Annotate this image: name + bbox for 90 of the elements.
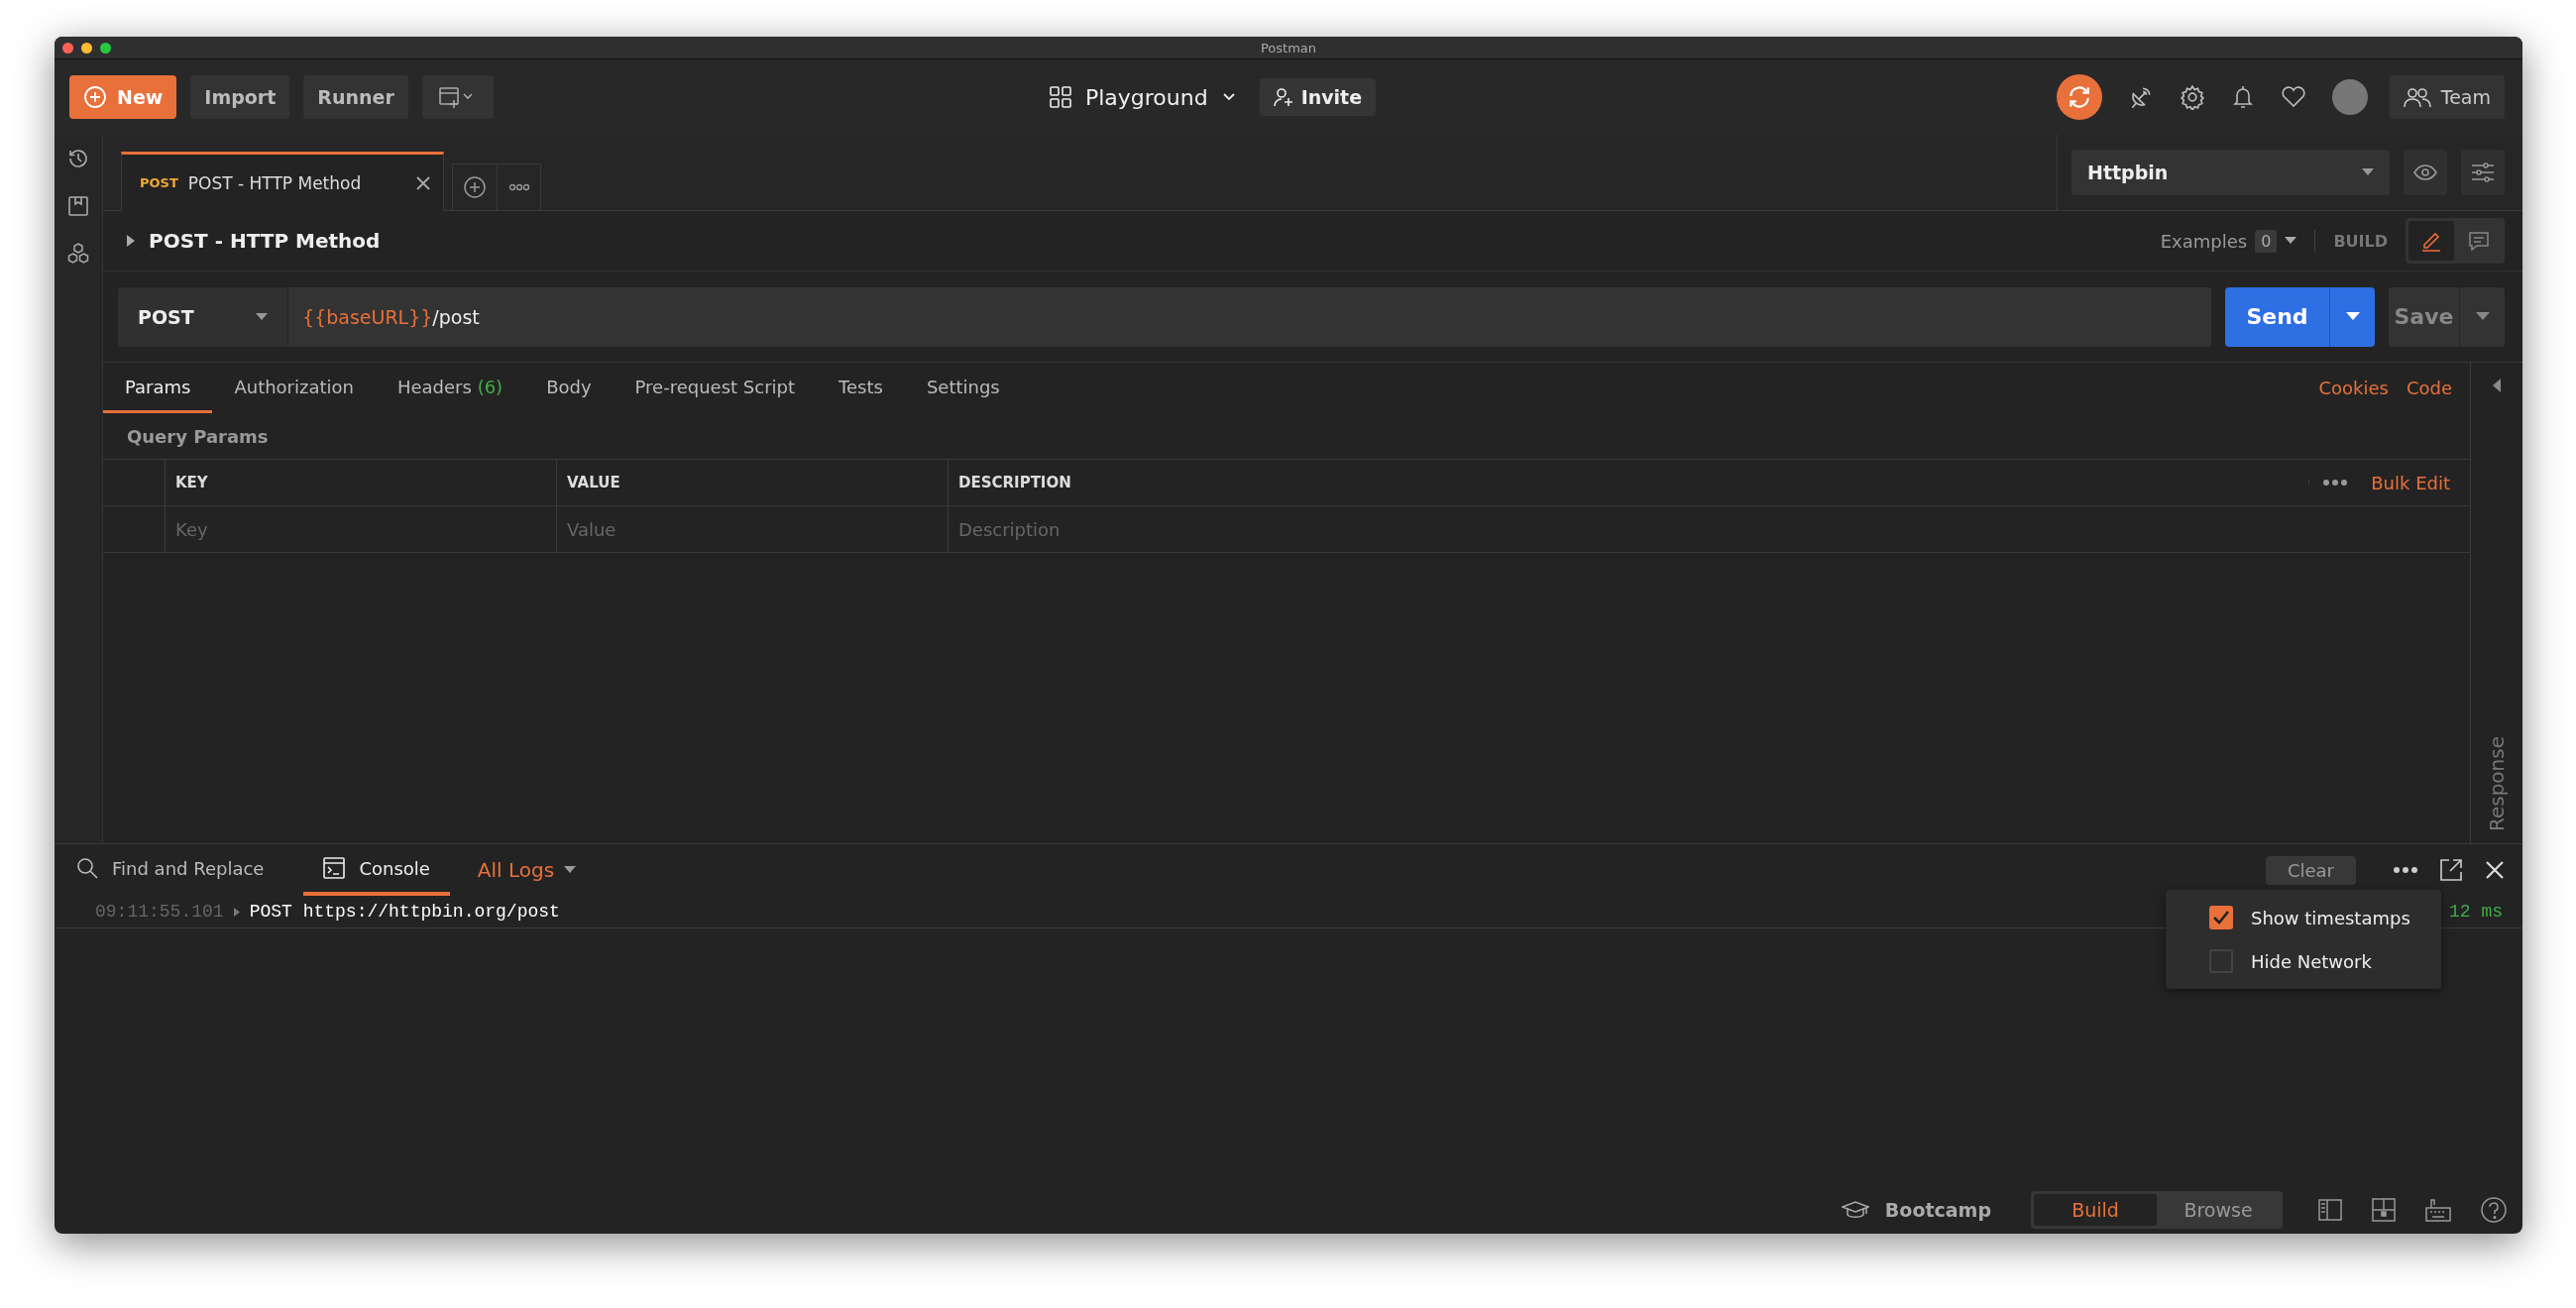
team-button[interactable]: Team: [2389, 75, 2505, 119]
mode-toggle[interactable]: Browse: [2157, 1194, 2280, 1226]
new-window-button[interactable]: [421, 75, 494, 119]
avatar[interactable]: [2331, 79, 2368, 115]
heart-icon[interactable]: [2280, 85, 2306, 109]
link[interactable]: Code: [2406, 378, 2452, 398]
log-duration: 12 ms: [2449, 902, 2503, 922]
terminal-icon: [323, 857, 346, 879]
caret-icon: [2285, 237, 2297, 245]
help-icon[interactable]: [2481, 1197, 2507, 1223]
history-icon[interactable]: [66, 147, 90, 170]
invite-button[interactable]: Invite: [1259, 78, 1377, 116]
notification-bell-icon[interactable]: [2230, 84, 2255, 110]
settings-sliders-button[interactable]: [2461, 150, 2505, 195]
bulk-edit-link[interactable]: Bulk Edit: [2371, 472, 2450, 493]
hexagons-icon[interactable]: [66, 242, 90, 266]
chevron-down-icon: [1221, 92, 1236, 102]
workspace-dropdown[interactable]: Playground: [1049, 84, 1236, 110]
close-icon[interactable]: [415, 174, 431, 191]
add-person-icon: [1273, 87, 1293, 107]
caret-icon: [2345, 312, 2360, 321]
eye-icon: [2413, 164, 2437, 180]
caret-icon: [2362, 168, 2374, 176]
request-section-tab[interactable]: Tests: [817, 363, 905, 413]
sync-icon[interactable]: [2056, 74, 2102, 120]
caret-icon: [256, 312, 268, 321]
request-section-tab[interactable]: Pre-request Script: [613, 363, 818, 413]
checkbox[interactable]: [2209, 906, 2233, 929]
plus-circle-icon: [463, 175, 487, 199]
console-tab[interactable]: Console: [303, 844, 450, 896]
request-tab[interactable]: POST POST - HTTP Method: [121, 152, 444, 211]
more-icon[interactable]: [2308, 480, 2348, 486]
pencil-icon: [2420, 230, 2442, 252]
search-icon: [76, 857, 98, 879]
collapse-caret-icon[interactable]: [2493, 379, 2501, 392]
comment-icon: [2468, 230, 2490, 252]
eye-button[interactable]: [2404, 150, 2447, 195]
clear-button[interactable]: Clear: [2265, 855, 2356, 885]
param-input[interactable]: Description: [958, 518, 2440, 540]
collections-icon[interactable]: [66, 194, 90, 218]
mode-label: BUILD: [2333, 231, 2388, 251]
column-header: VALUE: [557, 460, 949, 505]
import-button[interactable]: Import: [190, 75, 290, 119]
request-section-tab[interactable]: Params: [103, 363, 213, 413]
layout-icon[interactable]: [2372, 1198, 2396, 1222]
bootcamp-button[interactable]: Bootcamp: [1841, 1199, 1991, 1221]
sliders-icon: [2471, 162, 2495, 183]
settings-icon[interactable]: [2179, 84, 2205, 110]
runner-button[interactable]: Runner: [303, 75, 408, 119]
environment-dropdown[interactable]: Httpbin: [2072, 150, 2390, 195]
checkmark-icon: [2212, 910, 2230, 926]
request-section-tab[interactable]: Authorization: [212, 363, 376, 413]
plus-circle-icon: [83, 85, 107, 109]
close-window-dot[interactable]: [62, 42, 73, 54]
request-section-tab[interactable]: Body: [524, 363, 614, 413]
param-input[interactable]: Value: [567, 518, 938, 540]
more-icon: [507, 183, 530, 191]
mode-toggle[interactable]: Build: [2034, 1194, 2157, 1226]
log-timestamp: 09:11:55.101: [95, 902, 224, 922]
column-header: DESCRIPTION: [957, 473, 1072, 493]
request-section-tab[interactable]: Headers (6): [376, 363, 525, 413]
window-title: Postman: [1260, 40, 1317, 55]
url-field[interactable]: {{baseURL}}/post: [288, 286, 2211, 347]
caret-icon: [564, 866, 577, 874]
menu-option[interactable]: Hide Network: [2166, 939, 2441, 983]
people-icon: [2403, 86, 2431, 108]
console-tab[interactable]: Find and Replace: [76, 844, 284, 896]
minimize-window-dot[interactable]: [81, 42, 92, 54]
zoom-window-dot[interactable]: [100, 42, 111, 54]
menu-option[interactable]: Show timestamps: [2166, 896, 2441, 939]
graduation-cap-icon: [1841, 1200, 1869, 1220]
response-panel-label[interactable]: Response: [2485, 735, 2509, 831]
expand-caret-icon[interactable]: [233, 907, 240, 917]
more-icon[interactable]: [2394, 867, 2417, 873]
grid-icon: [1049, 86, 1071, 108]
request-name: POST - HTTP Method: [149, 229, 381, 253]
column-header: KEY: [166, 460, 557, 505]
edit-button[interactable]: [2408, 221, 2454, 261]
log-filter-dropdown[interactable]: All Logs: [477, 844, 577, 896]
caret-icon: [2475, 312, 2490, 321]
request-section-tab[interactable]: Settings: [904, 363, 1022, 413]
section-title: Query Params: [126, 424, 270, 449]
method-dropdown[interactable]: POST: [118, 286, 288, 347]
examples-dropdown[interactable]: Examples 0: [2160, 229, 2297, 253]
external-link-icon[interactable]: [2439, 858, 2463, 882]
two-pane-icon[interactable]: [2318, 1199, 2342, 1221]
link[interactable]: Cookies: [2318, 378, 2389, 398]
expand-caret-icon[interactable]: [127, 235, 135, 247]
keyboard-icon[interactable]: [2425, 1198, 2451, 1222]
param-input[interactable]: Key: [175, 518, 546, 540]
